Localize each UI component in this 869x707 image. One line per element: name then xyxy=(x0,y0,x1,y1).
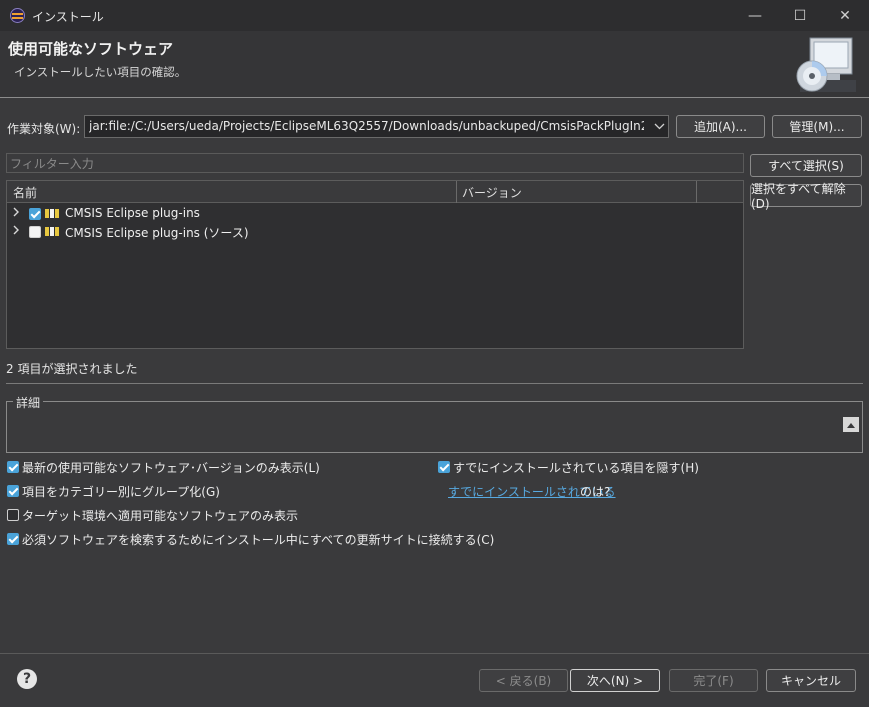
chevron-right-icon[interactable] xyxy=(12,225,20,238)
manage-button[interactable]: 管理(M)... xyxy=(772,115,862,138)
help-icon[interactable]: ? xyxy=(17,669,37,689)
details-label: 詳細 xyxy=(13,394,44,411)
work-with-value[interactable]: jar:file:/C:/Users/ueda/Projects/Eclipse… xyxy=(89,119,644,133)
window-title: インストール xyxy=(32,10,104,24)
close-button[interactable]: ✕ xyxy=(822,0,868,31)
hide-installed-checkbox[interactable] xyxy=(438,461,450,473)
footer-divider xyxy=(0,653,869,654)
add-button[interactable]: 追加(A)... xyxy=(676,115,765,138)
cancel-button[interactable]: キャンセル xyxy=(766,669,856,692)
select-all-button[interactable]: すべて選択(S) xyxy=(750,154,862,177)
group-by-category-checkbox[interactable] xyxy=(7,485,19,497)
details-box xyxy=(6,401,863,453)
column-name[interactable]: 名前 xyxy=(13,184,37,201)
page-title: 使用可能なソフトウェア xyxy=(8,40,174,58)
eclipse-icon xyxy=(10,8,25,23)
tree-row-checkbox[interactable] xyxy=(29,208,41,220)
column-separator[interactable] xyxy=(696,181,697,203)
hide-installed-label[interactable]: すでにインストールされている項目を隠す(H) xyxy=(453,459,699,476)
page-subtitle: インストールしたい項目の確認。 xyxy=(14,65,187,79)
divider xyxy=(6,383,863,384)
target-env-label[interactable]: ターゲット環境へ適用可能なソフトウェアのみ表示 xyxy=(22,507,298,524)
feature-icon xyxy=(45,209,59,218)
target-env-checkbox[interactable] xyxy=(7,509,19,521)
contact-all-sites-label[interactable]: 必須ソフトウェアを検索するためにインストール中にすべての更新サイトに接続する(C… xyxy=(22,531,494,548)
column-version[interactable]: バージョン xyxy=(462,184,522,201)
tree-row-label[interactable]: CMSIS Eclipse plug-ins (ソース) xyxy=(65,224,249,241)
header-divider xyxy=(0,97,869,98)
latest-only-checkbox[interactable] xyxy=(7,461,19,473)
contact-all-sites-checkbox[interactable] xyxy=(7,533,19,545)
group-by-category-label[interactable]: 項目をカテゴリー別にグループ化(G) xyxy=(22,483,220,500)
details-scroll-button[interactable] xyxy=(843,417,859,432)
selection-status: 2 項目が選択されました xyxy=(6,362,138,376)
work-with-label: 作業対象(W): xyxy=(7,122,81,136)
chevron-down-icon[interactable] xyxy=(650,116,668,137)
minimize-button[interactable]: — xyxy=(732,0,778,31)
latest-only-label[interactable]: 最新の使用可能なソフトウェア･バージョンのみ表示(L) xyxy=(22,459,320,476)
tree-header xyxy=(7,181,743,203)
column-separator[interactable] xyxy=(456,181,457,203)
filter-input[interactable]: フィルター入力 xyxy=(6,153,744,173)
installed-items-suffix: のは? xyxy=(580,485,611,499)
maximize-button[interactable]: ☐ xyxy=(777,0,823,31)
chevron-right-icon[interactable] xyxy=(12,207,20,220)
tree-row-label[interactable]: CMSIS Eclipse plug-ins xyxy=(65,206,200,220)
tree-row-checkbox[interactable] xyxy=(29,226,41,238)
feature-icon xyxy=(45,227,59,236)
back-button[interactable]: < 戻る(B) xyxy=(479,669,568,692)
finish-button[interactable]: 完了(F) xyxy=(669,669,758,692)
deselect-all-button[interactable]: 選択をすべて解除(D) xyxy=(750,182,862,211)
next-button[interactable]: 次へ(N) > xyxy=(570,669,660,692)
install-cd-icon xyxy=(796,37,856,92)
